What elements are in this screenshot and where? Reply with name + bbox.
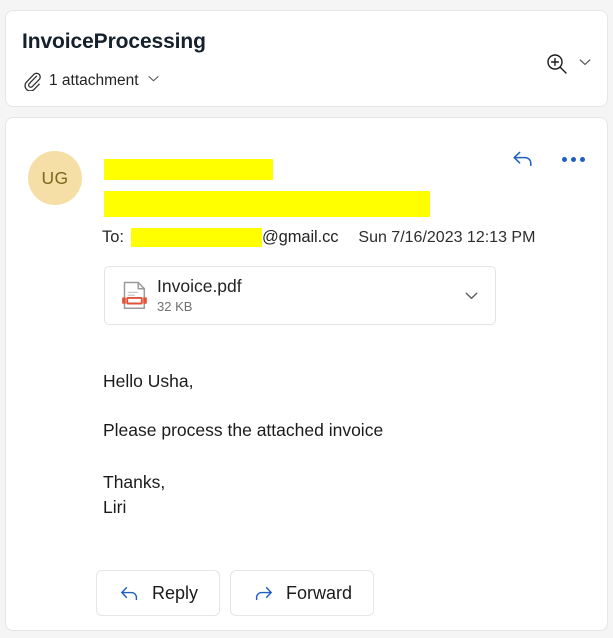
recipient-line: To: @gmail.cc Sun 7/16/2023 12:13 PM — [102, 228, 535, 247]
forward-arrow-icon — [255, 586, 272, 600]
body-closing-line: Thanks, — [103, 472, 166, 492]
subject-header-card: InvoiceProcessing 1 attachment — [5, 10, 608, 107]
menu-dot — [580, 156, 585, 162]
page-title: InvoiceProcessing — [22, 30, 206, 53]
reply-button-label: Reply — [152, 582, 199, 603]
sender-email-redaction — [104, 191, 430, 217]
attachment-file-size: 32 KB — [157, 299, 193, 314]
menu-dot — [562, 156, 567, 162]
sender-name-redaction — [104, 159, 273, 180]
message-body: Hello Usha, Please process the attached … — [103, 371, 573, 520]
forward-button[interactable]: Forward — [230, 570, 375, 616]
reply-arrow-icon — [121, 586, 138, 600]
reply-arrow-icon[interactable] — [510, 146, 536, 172]
message-timestamp: Sun 7/16/2023 12:13 PM — [358, 228, 536, 246]
attachment-count-label: 1 attachment — [49, 72, 139, 89]
chevron-down-icon[interactable] — [577, 54, 593, 75]
body-closing: Thanks, Liri — [103, 470, 573, 520]
zoom-control[interactable] — [544, 51, 593, 77]
pdf-file-icon — [119, 280, 150, 311]
attachment-item[interactable]: Invoice.pdf 32 KB — [104, 266, 496, 325]
chevron-down-icon[interactable] — [146, 71, 161, 91]
message-card: UG To: @gmail.cc Sun 7/16/2023 12:13 PM — [5, 117, 608, 631]
more-horizontal-icon[interactable] — [562, 156, 585, 162]
menu-dot — [571, 156, 576, 162]
attachment-summary-toggle[interactable]: 1 attachment — [22, 71, 161, 92]
reply-button[interactable]: Reply — [96, 570, 221, 616]
recipient-domain: @gmail.cc — [262, 228, 339, 246]
body-greeting: Hello Usha, — [103, 371, 194, 391]
body-paragraph: Please process the attached invoice — [103, 419, 384, 440]
zoom-in-icon[interactable] — [544, 51, 570, 77]
to-label: To: — [102, 228, 125, 246]
message-actions — [510, 146, 585, 172]
message-action-buttons: Reply Forward — [96, 570, 375, 616]
body-signature: Liri — [103, 496, 127, 517]
paperclip-icon — [22, 71, 42, 92]
recipient-address-redaction — [131, 228, 263, 247]
forward-button-label: Forward — [286, 582, 353, 603]
attachment-file-name: Invoice.pdf — [157, 276, 242, 296]
chevron-down-icon[interactable] — [462, 286, 481, 310]
avatar: UG — [28, 151, 82, 205]
